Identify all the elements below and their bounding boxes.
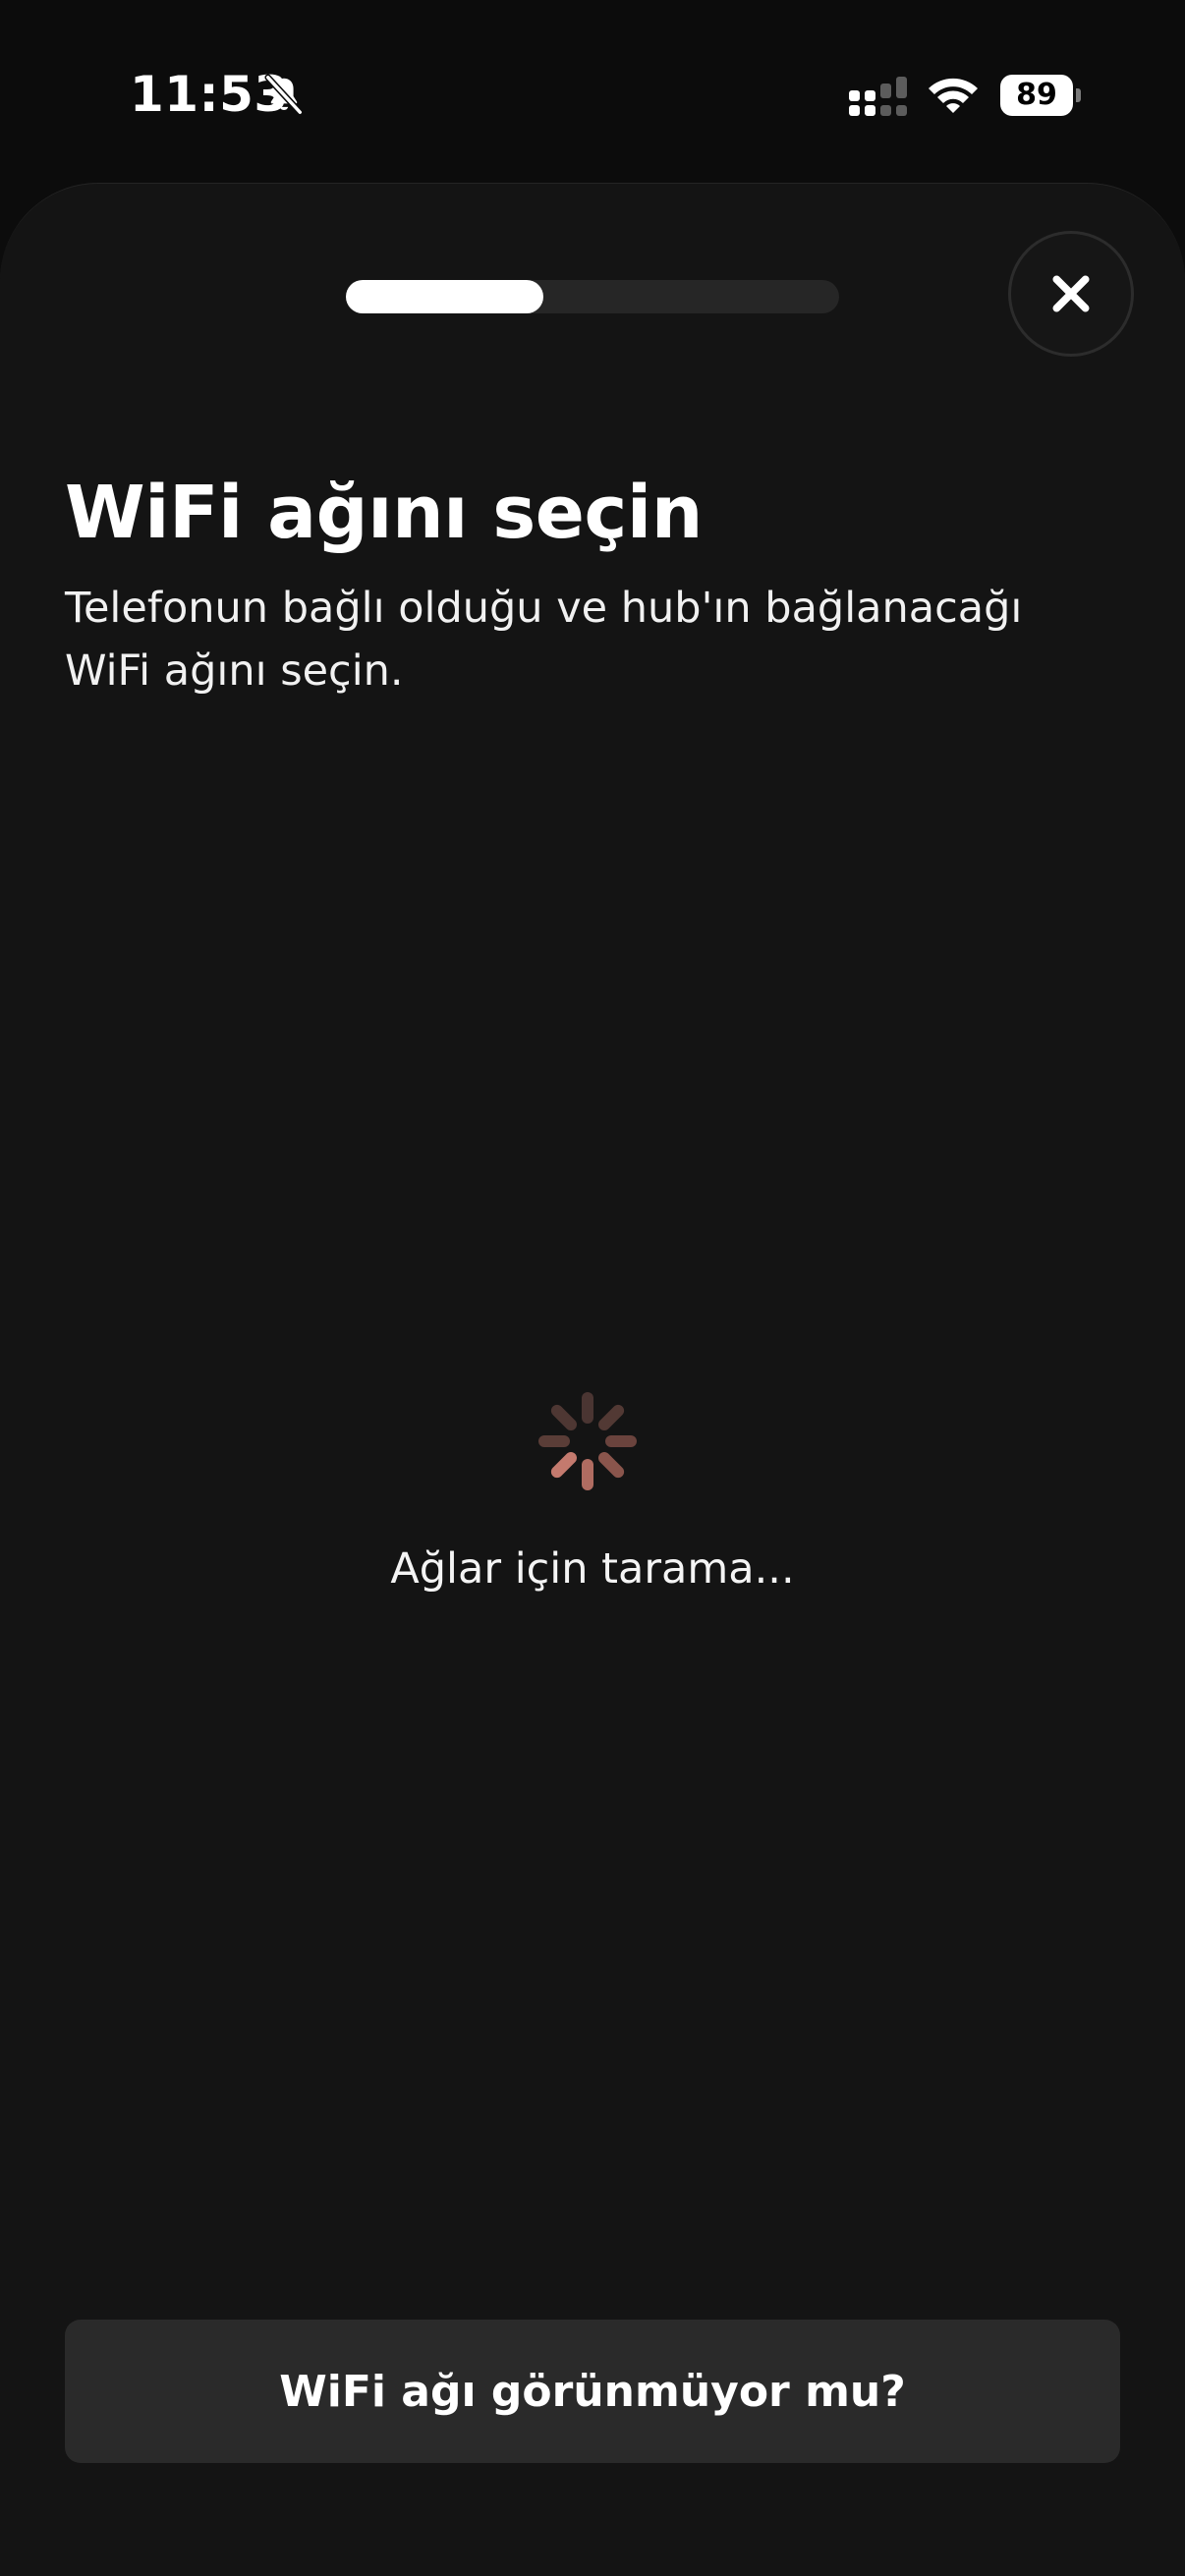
close-button[interactable]: [1008, 231, 1134, 357]
bell-slash-icon: [264, 74, 304, 116]
step-progress-bar: [346, 280, 839, 313]
page-subtitle: Telefonun bağlı olduğu ve hub'ın bağlana…: [65, 584, 1023, 696]
close-icon: [1052, 275, 1090, 312]
battery-icon: 89: [1000, 75, 1081, 116]
cellular-signal-icon: [849, 77, 907, 116]
battery-level: 89: [1000, 75, 1073, 116]
wifi-icon: [929, 78, 978, 113]
wifi-setup-sheet: WiFi ağını seçin Telefonun bağlı olduğu …: [0, 183, 1185, 2576]
scanning-status-text: Ağlar için tarama...: [390, 1544, 795, 1594]
battery-tip: [1076, 88, 1081, 102]
step-progress-fill: [346, 280, 543, 313]
status-bar: 11:53 89: [0, 0, 1185, 187]
wifi-not-visible-button[interactable]: WiFi ağı görünmüyor mu?: [65, 2320, 1120, 2463]
page-title: WiFi ağını seçin: [65, 471, 703, 555]
loading-spinner-icon: [538, 1392, 637, 1490]
